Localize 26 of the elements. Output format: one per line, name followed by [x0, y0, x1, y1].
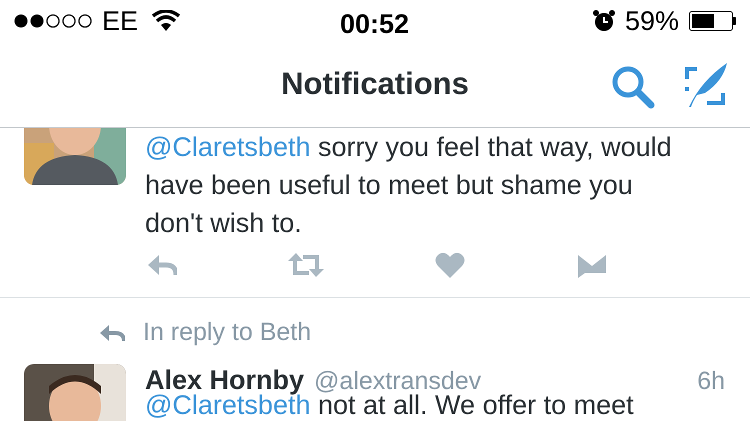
- search-icon: [611, 65, 655, 109]
- battery-percentage: 59%: [624, 4, 679, 38]
- mention-link[interactable]: @Claretsbeth: [145, 132, 310, 162]
- reply-icon: [99, 323, 125, 343]
- page-title: Notifications: [281, 65, 469, 104]
- signal-icon: [14, 13, 92, 29]
- message-button[interactable]: [577, 252, 607, 278]
- retweet-icon: [287, 252, 325, 278]
- battery-icon: [689, 11, 733, 31]
- reply-button[interactable]: [147, 253, 177, 277]
- envelope-icon: [577, 252, 607, 278]
- user-handle: @alextransdev: [314, 366, 482, 395]
- heart-icon: [435, 252, 465, 278]
- reply-icon: [147, 253, 177, 277]
- compose-button[interactable]: [682, 60, 730, 110]
- carrier-name: EE: [102, 4, 138, 38]
- like-button[interactable]: [435, 252, 465, 278]
- feather-icon: [683, 61, 729, 109]
- search-button[interactable]: [610, 64, 656, 110]
- clock-time: 00:52: [340, 8, 410, 41]
- tweet-text: @Claretsbeth sorry you feel that way, would have been useful to meet but shame you don't wish to.: [145, 131, 673, 240]
- wifi-icon: [152, 10, 180, 32]
- retweet-button[interactable]: [287, 252, 325, 278]
- tweet-time: 6h: [697, 366, 725, 397]
- alarm-clock-icon: [592, 10, 615, 32]
- reply-context: In reply to Beth: [143, 317, 312, 348]
